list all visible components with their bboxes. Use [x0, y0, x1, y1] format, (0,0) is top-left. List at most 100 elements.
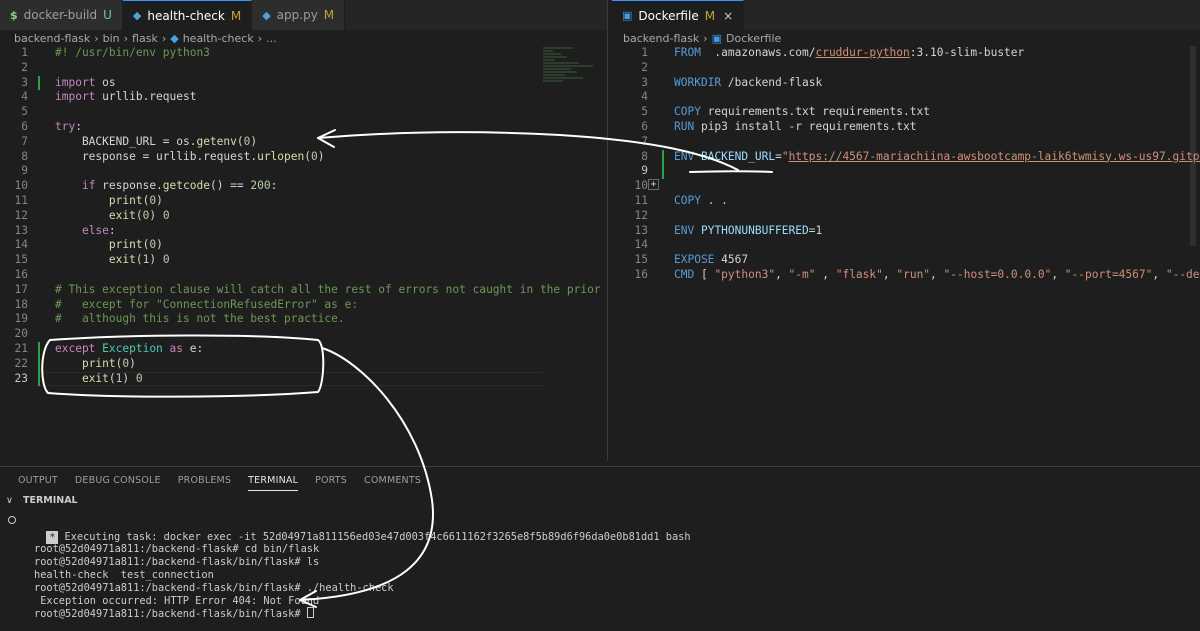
code-line[interactable]: 6 RUN pip3 install -r requirements.txt	[612, 120, 1200, 135]
panel-tabs: OUTPUT DEBUG CONSOLE PROBLEMS TERMINAL P…	[18, 475, 438, 491]
code-line[interactable]: 1 #! /usr/bin/env python3	[0, 46, 600, 61]
code-line[interactable]: 10	[612, 179, 1200, 194]
docker-icon: ▣	[711, 31, 723, 45]
python-editor[interactable]: 1 #! /usr/bin/env python3 2 3 import os 4 impo…	[0, 46, 600, 461]
code-text: print(0)	[81, 356, 136, 370]
code-line[interactable]: 1 FROM .amazonaws.com/cruddur-python:3.10…	[612, 46, 1200, 61]
code-line[interactable]: 3 import os	[0, 75, 600, 91]
tab-terminal[interactable]: TERMINAL	[248, 475, 299, 491]
right-tab-bar: ▣ Dockerfile M ×	[612, 0, 1200, 30]
code-line[interactable]: 20	[0, 327, 600, 342]
breadcrumb-item[interactable]: backend-flask	[623, 32, 699, 45]
code-line[interactable]: 7	[612, 135, 1200, 150]
code-line[interactable]: 9	[0, 164, 600, 179]
tab-docker-build[interactable]: $ docker-build U	[0, 0, 123, 30]
code-line[interactable]: 14	[612, 238, 1200, 253]
code-line[interactable]: 11 print(0)	[0, 194, 600, 209]
breadcrumb-item[interactable]: Dockerfile	[726, 32, 781, 45]
line-number: 21	[14, 342, 28, 355]
code-line[interactable]: 21 except Exception as e:	[0, 342, 600, 357]
tab-comments[interactable]: COMMENTS	[364, 475, 421, 491]
line-number: 7	[21, 134, 28, 148]
code-line[interactable]: 16 CMD [ "python3", "-m" , "flask", "run"…	[612, 268, 1200, 283]
breadcrumb-item[interactable]: health-check	[183, 32, 254, 45]
tab-status-badge: M	[323, 8, 335, 22]
breadcrumb-item[interactable]: bin	[103, 32, 120, 45]
terminal-section-header[interactable]: ∨ TERMINAL	[6, 495, 78, 506]
line-number: 18	[14, 297, 28, 311]
code-line[interactable]: 15 EXPOSE 4567	[612, 253, 1200, 268]
tab-label: Dockerfile	[638, 8, 699, 23]
tab-health-check[interactable]: ◆ health-check M	[122, 0, 253, 30]
tab-problems[interactable]: PROBLEMS	[178, 475, 231, 491]
code-line[interactable]: 17 # This exception clause will catch all…	[0, 283, 600, 298]
breadcrumb: backend-flask › ▣ Dockerfile	[623, 30, 785, 46]
line-number: 14	[634, 238, 648, 252]
code-text: EXPOSE 4567	[674, 253, 749, 267]
line-number: 17	[14, 282, 28, 296]
tab-app-py[interactable]: ◆ app.py M	[252, 0, 346, 30]
dockerfile-editor[interactable]: + 1 FROM .amazonaws.com/cruddur-python:3.…	[612, 46, 1200, 461]
terminal-header-label: TERMINAL	[22, 495, 78, 506]
code-text: COPY requirements.txt requirements.txt	[674, 105, 930, 119]
code-text: # although this is not the best practice…	[55, 312, 345, 326]
code-line[interactable]: 3 WORKDIR /backend-flask	[612, 76, 1200, 91]
python-file-icon: ◆	[170, 31, 179, 45]
code-line[interactable]: 4 import urllib.request	[0, 90, 600, 105]
tab-output[interactable]: OUTPUT	[18, 475, 58, 491]
code-line[interactable]: 23 exit(1) 0	[0, 371, 600, 387]
left-tab-bar: $ docker-build U ◆ health-check M ◆ app.…	[0, 0, 607, 30]
code-line[interactable]: 12	[612, 209, 1200, 224]
code-line[interactable]: 19 # although this is not the best practi…	[0, 312, 600, 327]
close-icon[interactable]: ×	[723, 9, 733, 23]
line-number: 20	[14, 327, 28, 341]
line-number: 5	[641, 105, 648, 119]
line-number: 3	[641, 75, 648, 89]
code-line[interactable]: 8 ENV BACKEND_URL="https://4567-mariachii…	[612, 149, 1200, 165]
code-text: #! /usr/bin/env python3	[55, 46, 210, 59]
breadcrumb-item[interactable]: flask	[132, 32, 158, 45]
code-line[interactable]: 8 response = urllib.request.urlopen(0)	[0, 150, 600, 165]
code-text: BACKEND_URL = os.getenv(0)	[55, 134, 258, 148]
code-line[interactable]: 22 print(0)	[0, 356, 600, 372]
code-line[interactable]: 7 BACKEND_URL = os.getenv(0)	[0, 135, 600, 150]
code-text: import os	[55, 75, 116, 89]
line-number: 19	[14, 312, 28, 326]
line-number: 22	[14, 356, 28, 370]
python-file-icon: ◆	[132, 9, 142, 22]
code-line[interactable]: 9	[612, 164, 1200, 180]
terminal-task-line: * Executing task: docker exec -it 52d0497…	[34, 518, 691, 544]
code-line[interactable]: 4	[612, 90, 1200, 105]
code-line[interactable]: 13 ENV PYTHONUNBUFFERED=1	[612, 224, 1200, 239]
breadcrumb-item[interactable]: ...	[266, 32, 277, 45]
line-number: 12	[14, 208, 28, 222]
code-line[interactable]: 10 if response.getcode() == 200:	[0, 179, 600, 194]
terminal-prompt-line[interactable]: root@52d04971a811:/backend-flask/bin/fla…	[34, 607, 314, 621]
code-line[interactable]: 13 else:	[0, 224, 600, 239]
code-line[interactable]: 16	[0, 268, 600, 283]
breadcrumb-item[interactable]: backend-flask	[14, 32, 90, 45]
code-line[interactable]: 6 try:	[0, 120, 600, 135]
line-number: 13	[634, 223, 648, 237]
breadcrumb: backend-flask › bin › flask › ◆ health-chec…	[14, 30, 281, 46]
chevron-down-icon: ∨	[6, 495, 13, 506]
code-line[interactable]: 2	[612, 61, 1200, 76]
git-change-marker	[38, 75, 40, 91]
tab-dockerfile[interactable]: ▣ Dockerfile M ×	[612, 0, 745, 30]
git-change-marker	[662, 164, 664, 180]
tab-ports[interactable]: PORTS	[315, 475, 347, 491]
line-number: 7	[641, 134, 648, 148]
code-line[interactable]: 5 COPY requirements.txt requirements.txt	[612, 105, 1200, 120]
code-line[interactable]: 18 # except for "ConnectionRefusedError" …	[0, 298, 600, 313]
code-line[interactable]: 5	[0, 105, 600, 120]
code-line[interactable]: 2	[0, 61, 600, 76]
tab-debug-console[interactable]: DEBUG CONSOLE	[75, 475, 161, 491]
line-number: 9	[21, 164, 28, 178]
line-number: 15	[14, 253, 28, 267]
code-text: print(0)	[108, 238, 163, 252]
code-line[interactable]: 14 print(0)	[0, 238, 600, 253]
git-change-marker	[38, 371, 40, 387]
code-line[interactable]: 12 exit(0) 0	[0, 209, 600, 224]
code-line[interactable]: 15 exit(1) 0	[0, 253, 600, 268]
code-line[interactable]: 11 COPY . .	[612, 194, 1200, 209]
